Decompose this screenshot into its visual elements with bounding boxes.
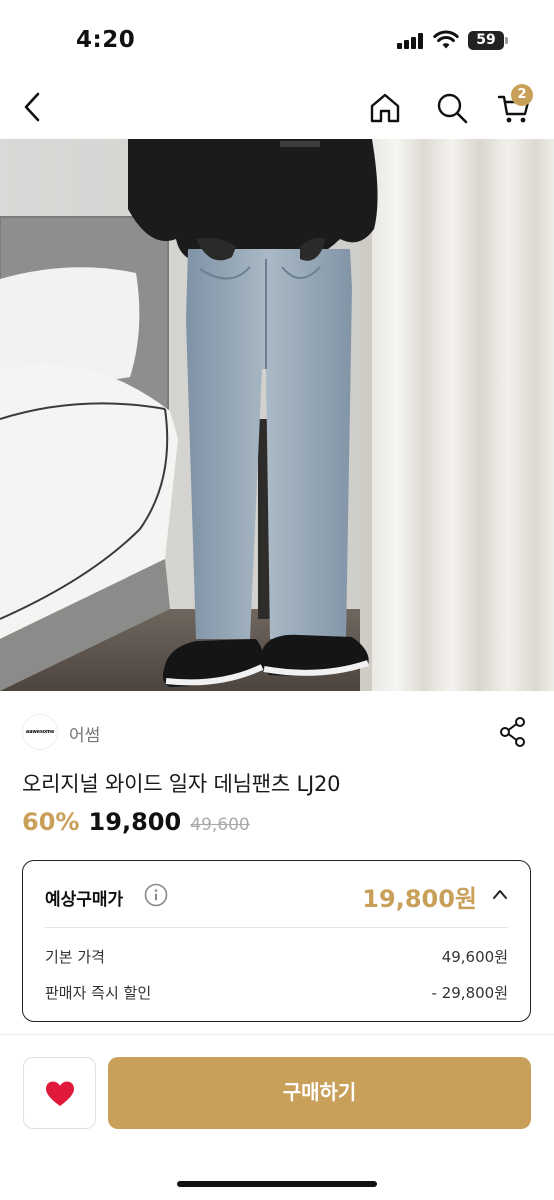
divider bbox=[0, 1034, 554, 1035]
seller-discount-value: - 29,800원 bbox=[431, 984, 508, 1002]
sale-price: 19,800 bbox=[88, 808, 182, 836]
heart-icon bbox=[46, 1081, 74, 1106]
base-price-label: 기본 가격 bbox=[45, 948, 105, 966]
battery-level: 59 bbox=[476, 32, 496, 48]
divider bbox=[45, 927, 508, 928]
home-icon[interactable] bbox=[367, 90, 403, 126]
share-icon[interactable] bbox=[498, 716, 528, 748]
chevron-left-icon[interactable] bbox=[18, 90, 48, 124]
seller-logo[interactable]: aawesome bbox=[22, 714, 58, 750]
status-bar: 4:20 59 bbox=[0, 0, 554, 80]
estimated-price-label: 예상구매가 bbox=[45, 890, 124, 910]
seller-name[interactable]: 어썸 bbox=[69, 721, 100, 746]
base-price-value: 49,600원 bbox=[441, 948, 508, 966]
chevron-up-icon[interactable] bbox=[492, 888, 508, 900]
top-navigation bbox=[0, 80, 554, 138]
seller-discount-label: 판매자 즉시 할인 bbox=[45, 984, 152, 1002]
home-indicator bbox=[177, 1181, 377, 1187]
discount-rate: 60% bbox=[22, 808, 80, 836]
wishlist-button[interactable] bbox=[23, 1057, 96, 1129]
cart-count-badge: 2 bbox=[511, 84, 533, 106]
base-price-row: 기본 가격 49,600원 bbox=[45, 946, 508, 968]
battery-icon: 59 bbox=[468, 31, 508, 50]
seller-discount-row: 판매자 즉시 할인 - 29,800원 bbox=[45, 982, 508, 1004]
original-price: 49,600 bbox=[190, 815, 250, 835]
wifi-icon bbox=[433, 30, 459, 49]
status-time: 4:20 bbox=[76, 27, 136, 53]
estimated-price-panel: 예상구매가 19,800원 기본 가격 49,600원 판매자 즉시 할인 - … bbox=[22, 860, 531, 1022]
price-row: 60% 19,800 49,600 bbox=[22, 808, 250, 840]
seller-row: aawesome 어썸 bbox=[22, 712, 532, 752]
signal-icon bbox=[397, 33, 425, 49]
product-title: 오리지널 와이드 일자 데님팬츠 LJ20 bbox=[22, 772, 341, 796]
product-photo[interactable] bbox=[0, 139, 554, 691]
search-icon[interactable] bbox=[434, 90, 470, 126]
info-icon[interactable] bbox=[144, 883, 168, 907]
estimated-price-value: 19,800원 bbox=[362, 885, 477, 913]
buy-button[interactable]: 구매하기 bbox=[108, 1057, 531, 1129]
